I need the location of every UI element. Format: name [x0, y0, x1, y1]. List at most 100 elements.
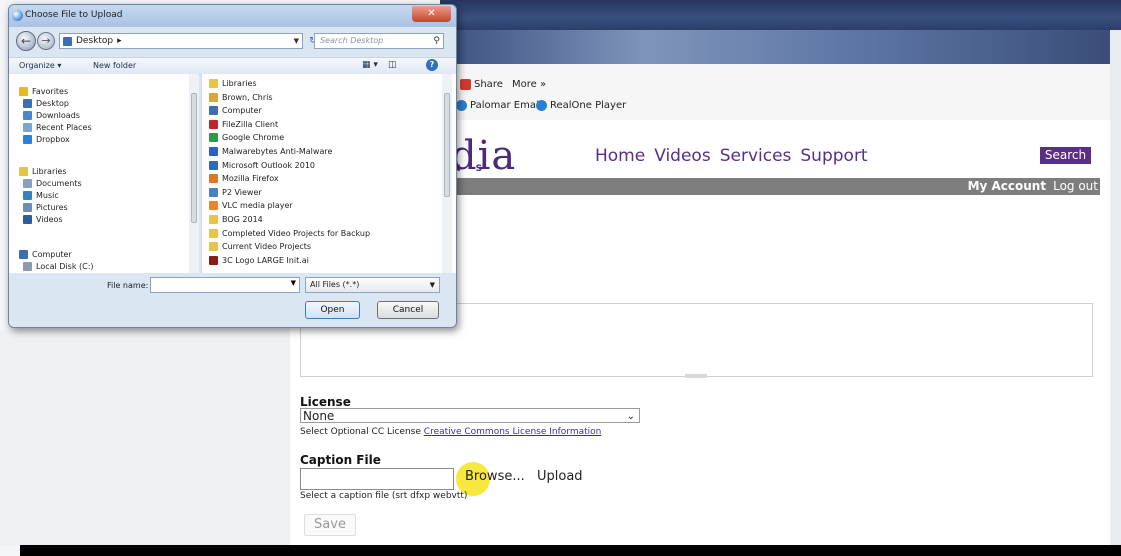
nav-pane-item[interactable]: Pictures — [23, 203, 68, 212]
account-links: My Account Log out — [968, 178, 1098, 195]
license-help-text: Select Optional CC License — [300, 427, 421, 437]
path-segment[interactable]: Desktop — [76, 34, 113, 48]
music-icon — [23, 191, 32, 200]
more-button[interactable]: More » — [512, 79, 546, 90]
nav-pane-item[interactable]: Videos — [23, 215, 63, 224]
file-list-item-label: BOG 2014 — [222, 215, 263, 224]
file-list-item[interactable]: Microsoft Outlook 2010 — [209, 160, 315, 170]
nav-home[interactable]: Home — [595, 146, 645, 166]
dropbox-icon — [23, 135, 32, 144]
share-button[interactable]: Share — [460, 79, 503, 90]
nav-videos[interactable]: Videos — [654, 146, 711, 166]
nav-pane-item[interactable]: Dropbox — [23, 135, 70, 144]
caption-file-input[interactable] — [300, 468, 454, 490]
dialog-search-input[interactable]: Search Desktop ⚲ — [314, 33, 444, 49]
nav-pane-item-label: Recent Places — [36, 123, 92, 132]
nav-pane-item-label: Favorites — [32, 87, 69, 96]
creative-commons-link[interactable]: Creative Commons License Information — [424, 427, 602, 437]
forward-arrow-icon[interactable]: → — [37, 32, 55, 50]
desktop-icon — [23, 99, 32, 108]
my-account-link[interactable]: My Account — [968, 178, 1047, 195]
file-list-item[interactable]: FileZilla Client — [209, 119, 278, 129]
firefox-icon — [209, 174, 218, 184]
bookmark-realone-player[interactable]: RealOne Player — [536, 100, 626, 111]
save-button[interactable]: Save — [304, 514, 356, 536]
nav-pane-item[interactable]: Computer — [19, 250, 72, 259]
more-label: More » — [512, 79, 547, 90]
open-button[interactable]: Open — [305, 301, 360, 319]
browse-button[interactable]: Browse... — [465, 469, 525, 484]
file-list-item[interactable]: P2 Viewer — [209, 187, 262, 197]
textarea-resize-grip[interactable] — [685, 374, 707, 378]
file-list-item[interactable]: 3C Logo LARGE Init.ai — [209, 255, 309, 265]
views-icon[interactable]: ▦ ▾ — [362, 60, 378, 70]
dialog-title-bar[interactable]: Choose File to Upload ✕ — [9, 5, 456, 27]
cancel-button[interactable]: Cancel — [377, 301, 439, 319]
chevron-down-icon: ▼ — [429, 281, 435, 289]
file-name-input[interactable]: ▼ — [150, 277, 300, 293]
file-list-item-label: Current Video Projects — [222, 242, 312, 252]
organize-button[interactable]: Organize ▾ — [19, 61, 61, 70]
nav-pane-item[interactable]: Libraries — [19, 167, 67, 176]
path-breadcrumb[interactable]: Desktop ▸ ▼ — [59, 33, 303, 49]
nav-pane-item-label: Pictures — [36, 203, 68, 212]
local-disk-icon — [23, 262, 32, 271]
globe-icon — [536, 100, 547, 111]
file-list-item[interactable]: Google Chrome — [209, 133, 284, 143]
file-list-item[interactable]: Computer — [209, 106, 262, 116]
help-icon[interactable]: ? — [426, 59, 438, 71]
upload-button[interactable]: Upload — [537, 469, 583, 484]
file-list-item[interactable]: BOG 2014 — [209, 215, 263, 224]
file-list-item[interactable]: VLC media player — [209, 201, 293, 211]
nav-support[interactable]: Support — [800, 146, 867, 166]
file-list-item[interactable]: Current Video Projects — [209, 242, 312, 252]
file-type-value: All Files (*.*) — [310, 280, 360, 289]
file-list-item[interactable]: Malwarebytes Anti-Malware — [209, 147, 332, 156]
nav-pane-item-label: Downloads — [36, 111, 80, 120]
file-list-item-label: Completed Video Projects for Backup — [222, 228, 371, 238]
folder-icon — [209, 215, 218, 224]
file-list-scroll-thumb[interactable] — [444, 93, 450, 197]
chevron-down-icon: ⌄ — [626, 411, 635, 422]
back-arrow-icon[interactable]: ← — [16, 31, 36, 51]
navigation-scroll-thumb[interactable] — [191, 93, 197, 223]
bookmark-label: Palomar Email — [470, 100, 542, 111]
nav-pane-item[interactable]: Music — [23, 191, 59, 200]
nav-pane-item[interactable]: Recent Places — [23, 123, 92, 132]
chevron-down-icon[interactable]: ▼ — [294, 34, 299, 48]
nav-pane-item[interactable]: Documents — [23, 179, 82, 188]
search-button[interactable]: Search — [1040, 147, 1091, 164]
nav-services[interactable]: Services — [720, 146, 792, 166]
malwarebytes-icon — [209, 147, 218, 156]
filezilla-icon — [209, 119, 218, 129]
file-list-item[interactable]: Completed Video Projects for Backup — [209, 228, 371, 238]
bookmark-palomar-email[interactable]: Palomar Email — [456, 100, 542, 111]
license-help: Select Optional CC License Creative Comm… — [300, 427, 601, 437]
dialog-footer: File name: ▼ All Files (*.*) ▼ Open Canc… — [9, 273, 456, 327]
main-nav: Home Videos Services Support — [595, 146, 868, 166]
browser-tab-strip — [440, 30, 1121, 64]
caption-help: Select a caption file (srt dfxp webvtt) — [300, 491, 468, 501]
file-type-select[interactable]: All Files (*.*) ▼ — [305, 277, 440, 293]
star-icon — [19, 87, 28, 96]
file-list-item[interactable]: Libraries — [209, 79, 257, 88]
globe-icon — [456, 100, 467, 111]
folder-icon — [209, 242, 218, 252]
new-folder-button[interactable]: New folder — [93, 61, 136, 70]
dialog-title: Choose File to Upload — [25, 10, 123, 20]
nav-pane-item[interactable]: Favorites — [19, 87, 68, 96]
log-out-link[interactable]: Log out — [1053, 178, 1098, 195]
file-list-item[interactable]: Mozilla Firefox — [209, 174, 279, 184]
license-select[interactable]: None ⌄ — [300, 408, 640, 423]
file-list-item-label: Computer — [222, 106, 262, 116]
browser-toolbar: Share More » Palomar Email RealOne Playe… — [440, 64, 1121, 121]
preview-pane-icon[interactable]: ◫ — [388, 60, 397, 70]
bottom-edge — [20, 545, 1121, 556]
nav-pane-item[interactable]: Local Disk (C:) — [23, 262, 94, 271]
nav-pane-item[interactable]: Desktop — [23, 99, 69, 108]
nav-pane-item[interactable]: Downloads — [23, 111, 80, 120]
close-button[interactable]: ✕ — [412, 6, 451, 22]
file-list-item[interactable]: Brown, Chris — [209, 92, 273, 102]
chevron-down-icon[interactable]: ▼ — [291, 279, 296, 287]
file-list-item-label: Libraries — [222, 79, 257, 88]
